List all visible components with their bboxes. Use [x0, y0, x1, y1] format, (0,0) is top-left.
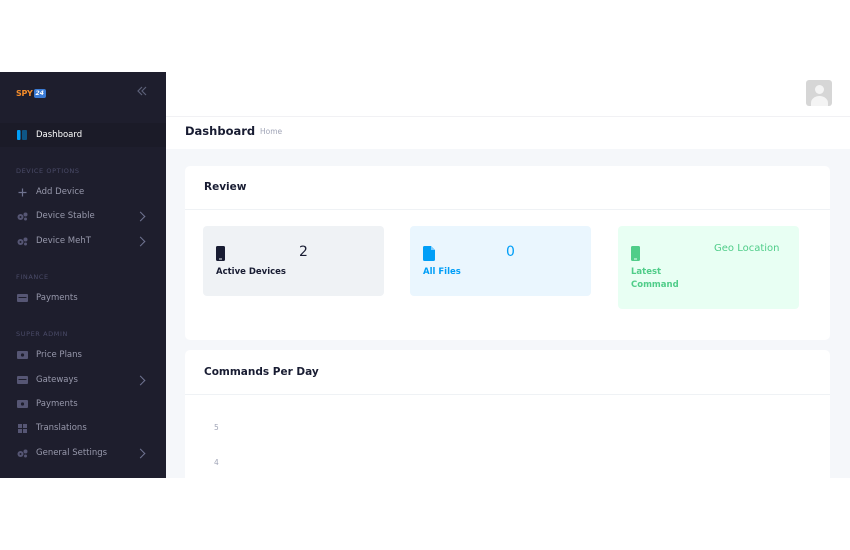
y-tick-label: 4 — [214, 458, 219, 467]
chevron-right-icon — [135, 448, 146, 458]
latest-command-label-line2: Command — [631, 280, 679, 290]
latest-command-label-line1: Latest — [631, 267, 662, 277]
review-title: Review — [204, 181, 247, 193]
all-files-value: 0 — [506, 244, 515, 260]
sidebar-item-price-plans[interactable]: Price Plans — [0, 343, 166, 367]
y-tick-label: 5 — [214, 423, 219, 432]
sidebar-item-gateways[interactable]: Gateways — [0, 368, 166, 392]
active-devices-value: 2 — [299, 244, 308, 260]
sidebar-item-label: Gateways — [36, 375, 78, 385]
sidebar-item-label: Device Stable — [36, 211, 95, 221]
sidebar-item-general-settings[interactable]: General Settings — [0, 441, 166, 465]
user-avatar[interactable] — [806, 80, 832, 106]
sidebar-item-device-stable[interactable]: Device Stable — [0, 204, 166, 228]
chevron-right-icon — [135, 211, 146, 221]
sidebar-item-payments[interactable]: Payments — [0, 286, 166, 310]
page-header: Dashboard Home — [166, 116, 850, 149]
sidebar-item-device-meht[interactable]: Device MehT — [0, 229, 166, 253]
grid-icon — [16, 422, 28, 434]
phone-icon — [631, 246, 640, 265]
active-devices-label: Active Devices — [216, 267, 286, 277]
sidebar-item-translations[interactable]: Translations — [0, 416, 166, 440]
phone-icon — [216, 246, 225, 265]
gears-icon — [16, 235, 28, 247]
sidebar-item-label: Device MehT — [36, 236, 91, 246]
sidebar-item-label: Payments — [36, 399, 78, 409]
avatar-head-shape — [815, 85, 824, 94]
double-chevron-left-icon[interactable] — [137, 86, 147, 99]
avatar-body-shape — [811, 96, 828, 106]
section-finance: FINANCE — [16, 273, 49, 281]
sidebar: SPY 24 Dashboard DEVICE OPTIONS Add Devi… — [0, 72, 166, 478]
file-icon — [423, 246, 435, 265]
gears-icon — [16, 447, 28, 459]
chevron-right-icon — [135, 236, 146, 246]
logo-text: SPY — [16, 88, 33, 98]
tile-all-files[interactable]: 0 All Files — [410, 226, 591, 296]
money-icon — [16, 349, 28, 361]
sidebar-item-label: Add Device — [36, 187, 85, 197]
gears-icon — [16, 210, 28, 222]
sidebar-item-label: General Settings — [36, 448, 108, 458]
latest-command-value: Geo Location — [714, 243, 780, 254]
money-icon — [16, 292, 28, 304]
sidebar-item-label: Dashboard — [36, 130, 83, 140]
tile-active-devices[interactable]: 2 Active Devices — [203, 226, 384, 296]
sidebar-item-label: Price Plans — [36, 350, 82, 360]
card-divider — [185, 394, 830, 395]
commands-chart-card: Commands Per Day 5 4 — [185, 350, 830, 478]
logo-number: 24 — [33, 88, 46, 98]
sidebar-item-add-device[interactable]: Add Device — [0, 180, 166, 204]
sidebar-item-payments-admin[interactable]: Payments — [0, 392, 166, 416]
money-icon — [16, 398, 28, 410]
top-bar — [166, 72, 850, 116]
section-device-options: DEVICE OPTIONS — [16, 167, 80, 175]
brand-logo[interactable]: SPY 24 — [16, 87, 46, 99]
breadcrumb-home[interactable]: Home — [260, 127, 282, 136]
review-card: Review 2 Active Devices 0 All Files Geo … — [185, 166, 830, 340]
tile-latest-command[interactable]: Geo Location Latest Command — [618, 226, 799, 309]
app-frame: SPY 24 Dashboard DEVICE OPTIONS Add Devi… — [0, 72, 850, 478]
section-super-admin: SUPER ADMIN — [16, 330, 68, 338]
page-title: Dashboard — [185, 124, 256, 138]
all-files-label: All Files — [423, 267, 461, 277]
chevron-right-icon — [135, 375, 146, 385]
plus-icon — [16, 186, 28, 198]
sidebar-item-label: Translations — [36, 423, 87, 433]
card-divider — [185, 209, 830, 210]
commands-chart-title: Commands Per Day — [204, 366, 319, 378]
money-icon — [16, 374, 28, 386]
sidebar-item-dashboard[interactable]: Dashboard — [0, 123, 166, 147]
dashboard-icon — [16, 129, 28, 141]
sidebar-item-label: Payments — [36, 293, 78, 303]
